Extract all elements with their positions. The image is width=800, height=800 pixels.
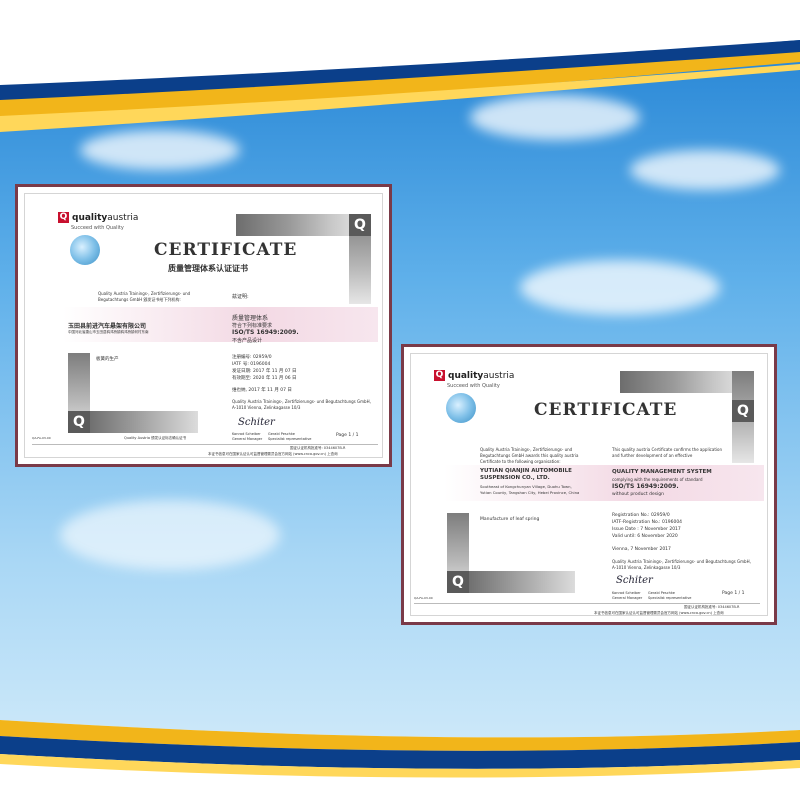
company-name-line-2: SUSPENSION CO., LTD. [480, 475, 550, 481]
certificate-chinese: Q qualityaustria Succeed with Quality Q … [15, 184, 392, 467]
signer-2-role: Specialist representative [648, 596, 692, 600]
issue-date: Issue Date : 7 November 2017 [612, 527, 681, 532]
signer-2-name: Gerald Peschke [648, 591, 675, 595]
issuer-address-1: Quality Austria Trainings-, Zertifizieru… [612, 559, 751, 564]
signer-2-role: Specialist representative [268, 437, 312, 441]
signature-mark: Schiter [238, 417, 275, 428]
signature-mark: Schiter [616, 575, 653, 586]
q-emblem-icon: Q [732, 400, 754, 422]
confirm-line-1: This quality austria Certificate confirm… [612, 447, 722, 452]
exclusion-text: 不含产品设计 [232, 338, 263, 344]
globe-icon [70, 235, 100, 265]
footer-divider [414, 603, 760, 604]
page-number: Page 1 / 1 [336, 433, 359, 438]
place-date: 维也纳, 2017 年 11 月 07 日 [232, 388, 292, 393]
signer-1-role: General Manager [232, 437, 263, 441]
certificate-subtitle: 质量管理体系认证证书 [168, 264, 248, 273]
registration-number: Registration No.: 02959/0 [612, 513, 670, 518]
form-code: QA-FA-03-00 [32, 436, 51, 440]
cnca-number: 国证认证机构批准号: 0344607B-R [290, 446, 346, 450]
valid-until: 有效期至: 2020 年 11 月 06 日 [232, 376, 297, 381]
certificate-title: CERTIFICATE [534, 400, 678, 420]
logo-q-mark: Q [434, 370, 445, 381]
logo-q-mark: Q [58, 212, 69, 223]
tagline: Succeed with Quality [71, 225, 124, 231]
q-emblem-icon: Q [68, 411, 90, 433]
signer-2-name: Gerald Peschke [268, 432, 295, 436]
issuer-address-2: A-1010 Vienna, Zelinkagasse 10/3 [612, 565, 681, 570]
company-address-1: Southeast of Kongchunyan Village, Duohu … [480, 484, 572, 489]
standard-text: ISO/TS 16949:2009. [612, 483, 679, 490]
cnca-line: 本证书信息可在国家认证认可监督管理委员会官方网站 (www.cnca.gov.c… [594, 611, 724, 615]
issuer-line-1: Quality Austria Trainings-, Zertifizieru… [480, 447, 573, 452]
signer-1-name: Konrad Scheiber [612, 591, 641, 595]
footer-note: Quality Austria 颁发认证标志确认证书 [124, 436, 187, 440]
q-emblem-icon: Q [349, 214, 371, 236]
logo-text-light: austria [107, 212, 139, 223]
issuer-address-1: Quality Austria Trainings-, Zertifizieru… [232, 399, 371, 404]
issuer-line-2: Begutachtungs GmbH awards this quality a… [480, 453, 579, 458]
cloud [60, 500, 280, 570]
cnca-number: 国证认证机构批准号: 0344607B-R [684, 605, 740, 609]
company-name-line-1: YUTIAN QIANJIN AUTOMOBILE [480, 468, 572, 474]
quality-austria-logo: Q qualityaustria [434, 370, 514, 381]
form-code: QA-FA-03-00 [414, 596, 433, 600]
exclusion-text: without product design [612, 492, 665, 497]
place-date: Vienna, 7 November 2017 [612, 547, 671, 552]
company-address: 中国河北省唐山市玉田县鸦鸿桥镇鸦鸿桥镇何村东南 [68, 330, 149, 334]
iatf-number: IATF-Registration No.: 0196004 [612, 520, 683, 525]
confirm-line-2: and further development of an effective [612, 453, 693, 458]
certificate-english: Q qualityaustria Succeed with Quality Q … [401, 344, 777, 625]
issue-date: 发证日期: 2017 年 11 月 07 日 [232, 369, 297, 374]
issuer-address-2: A-1010 Vienna, Zelinkagasse 10/3 [232, 405, 301, 410]
issuer-line-2: Begutachtungs GmbH 颁发证书给下列机构: [98, 297, 181, 302]
complies-line: complying with the requirements of stand… [612, 477, 703, 482]
standard-text: ISO/TS 16949:2009. [232, 329, 299, 336]
system-line: 质量管理体系 [232, 315, 269, 322]
scope-text: 板簧的生产 [96, 357, 119, 362]
scope-text: Manufacture of leaf spring [480, 517, 540, 522]
issuer-line-1: Quality Austria Trainings-, Zertifizieru… [98, 291, 191, 296]
company-name: 玉田县前进汽车悬架有限公司 [68, 323, 147, 330]
tagline: Succeed with Quality [447, 383, 500, 389]
iatf-number: IATF 号: 0196004 [232, 362, 271, 367]
signer-1-name: Konrad Scheiber [232, 432, 261, 436]
attest-label: 兹证明: [232, 294, 249, 300]
q-emblem-icon: Q [447, 571, 469, 593]
logo-text-bold: quality [448, 370, 484, 381]
page-number: Page 1 / 1 [722, 591, 745, 596]
cnca-line: 本证书信息可在国家认证认可监督管理委员会官方网站 (www.cnca.gov.c… [208, 452, 338, 456]
system-title: QUALITY MANAGEMENT SYSTEM [612, 469, 712, 475]
cloud [630, 150, 780, 190]
registration-number: 注册编号: 02959/0 [232, 355, 272, 360]
footer-divider [32, 444, 378, 445]
signer-1-role: General Manager [612, 596, 643, 600]
company-address-2: Yutian County, Tangshan City, Hebei Prov… [480, 490, 580, 495]
logo-text-bold: quality [72, 212, 108, 223]
logo-text-light: austria [483, 370, 515, 381]
top-wave-band [0, 0, 800, 132]
quality-austria-logo: Q qualityaustria [58, 212, 138, 223]
certificate-title: CERTIFICATE [154, 240, 298, 260]
bottom-wave-band [0, 720, 800, 800]
globe-icon [446, 393, 476, 423]
complies-line: 符合下列标准要求 [232, 323, 273, 329]
cloud [520, 260, 720, 315]
valid-until: Valid until: 6 November 2020 [612, 534, 678, 539]
issuer-line-3: Certificate to the following organisatio… [480, 459, 561, 464]
